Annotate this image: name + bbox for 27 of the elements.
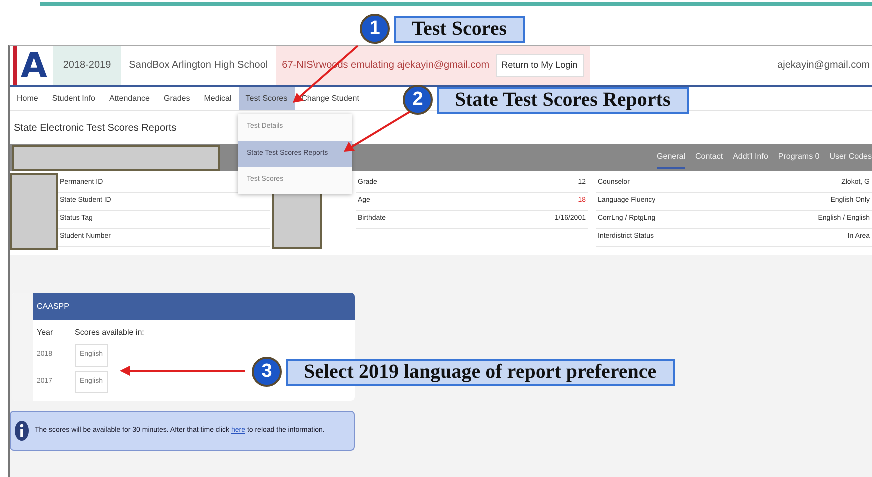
- nav-item[interactable]: Test Scores: [238, 87, 295, 110]
- column-header: Scores available in:: [75, 327, 144, 339]
- student-tab[interactable]: General: [657, 146, 686, 168]
- step-number: 1: [360, 14, 390, 44]
- callout-label: State Test Scores Reports: [437, 86, 689, 114]
- callout-label: Select 2019 language of report preference: [286, 358, 675, 386]
- arrow: [344, 111, 411, 152]
- student-tab[interactable]: User Codes: [830, 146, 872, 168]
- return-button[interactable]: Return to My Login: [496, 54, 584, 78]
- nav-item[interactable]: Change Student: [294, 87, 366, 110]
- student-tab[interactable]: Programs 0: [778, 146, 820, 168]
- nav-item[interactable]: Grades: [156, 87, 198, 110]
- column-header: Year: [37, 327, 54, 339]
- step-number: 2: [403, 85, 433, 115]
- callout-label: Test Scores: [394, 16, 525, 42]
- student-tab[interactable]: Addt'l Info: [733, 146, 768, 168]
- nav-item[interactable]: Attendance: [102, 87, 157, 110]
- student-tab[interactable]: Contact: [695, 146, 724, 168]
- school-name: SandBox Arlington High School: [128, 59, 270, 73]
- school-year: 2018-2019: [53, 46, 122, 85]
- card-header: CAASPP: [33, 293, 355, 320]
- user-email[interactable]: ajekayin@gmail.com: [590, 46, 872, 85]
- nav-item[interactable]: Home: [10, 87, 46, 110]
- info-icon: [15, 421, 29, 441]
- page-title: State Electronic Test Scores Reports: [14, 123, 177, 134]
- nav-item[interactable]: Student Info: [45, 87, 102, 110]
- nav-item[interactable]: Medical: [197, 87, 239, 110]
